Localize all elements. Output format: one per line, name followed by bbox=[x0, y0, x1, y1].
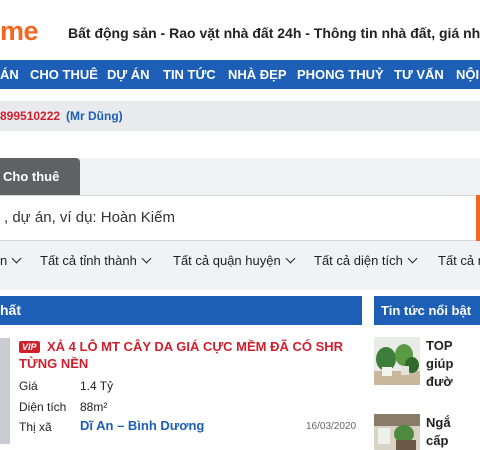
filter-category-label: n bbox=[0, 253, 8, 268]
nav-item-cho-thue[interactable]: CHO THUÊ bbox=[30, 60, 98, 89]
filter-province-label: Tất cả tỉnh thành bbox=[40, 253, 137, 268]
site-logo[interactable]: me bbox=[0, 16, 39, 47]
filter-district-label: Tất cả quận huyện bbox=[173, 253, 281, 268]
chevron-down-icon bbox=[11, 253, 22, 264]
site-tagline: Bất động sản - Rao vặt nhà đất 24h - Thô… bbox=[68, 25, 480, 41]
filter-area[interactable]: Tất cả diện tích bbox=[314, 253, 418, 268]
nav-item-nha-dep[interactable]: NHÀ ĐẸP bbox=[228, 60, 287, 89]
listing-date: 16/03/2020 bbox=[306, 421, 357, 432]
news-1-line-3: đườ bbox=[426, 374, 453, 389]
filter-area-label: Tất cả diện tích bbox=[314, 253, 403, 268]
chevron-down-icon bbox=[407, 253, 418, 264]
plant-image bbox=[374, 337, 420, 385]
page: me Bất động sản - Rao vặt nhà đất 24h - … bbox=[0, 0, 480, 450]
area-value: 88m² bbox=[80, 400, 108, 414]
news-1-line-1: TOP bbox=[426, 338, 453, 353]
filter-price[interactable]: Tất cả m bbox=[438, 253, 480, 268]
news-2-line-2: cấp bbox=[426, 433, 449, 448]
search-button[interactable] bbox=[476, 195, 480, 241]
nav-item-phong-thuy[interactable]: PHONG THUỶ bbox=[297, 60, 384, 89]
news-thumbnail-plant[interactable] bbox=[374, 337, 420, 385]
room-image bbox=[374, 414, 420, 450]
filter-price-label: Tất cả m bbox=[438, 253, 480, 268]
listing-location[interactable]: Dĩ An – Bình Dương bbox=[80, 418, 204, 433]
town-label: Thị xã bbox=[19, 420, 52, 434]
nav-item-noi-that[interactable]: NỘI bbox=[456, 60, 479, 89]
hotline-name: (Mr Dũng) bbox=[66, 109, 123, 123]
featured-news-heading: Tin tức nổi bật bbox=[374, 296, 480, 325]
hotline-bar: 899510222 (Mr Dũng) bbox=[0, 101, 480, 131]
search-input[interactable]: , dự án, ví dụ: Hoàn Kiếm bbox=[0, 195, 478, 241]
filter-category[interactable]: n bbox=[0, 253, 22, 268]
news-2-line-1: Ngắ bbox=[426, 415, 451, 430]
tab-cho-thue[interactable]: Cho thuê bbox=[0, 158, 80, 195]
nav-item-tin-tuc[interactable]: TIN TỨC bbox=[163, 60, 216, 89]
nav-item-ban[interactable]: ÁN bbox=[0, 60, 19, 89]
vip-badge: VIP bbox=[19, 341, 40, 353]
price-label: Giá bbox=[19, 379, 38, 393]
main-nav: ÁN CHO THUÊ DỰ ÁN TIN TỨC NHÀ ĐẸP PHONG … bbox=[0, 60, 480, 89]
nav-item-du-an[interactable]: DỰ ÁN bbox=[107, 60, 150, 89]
nav-item-tu-van[interactable]: TƯ VẤN bbox=[394, 60, 444, 89]
listing-thumbnail[interactable] bbox=[0, 338, 10, 444]
filter-province[interactable]: Tất cả tỉnh thành bbox=[40, 253, 152, 268]
filter-district[interactable]: Tất cả quận huyện bbox=[173, 253, 296, 268]
search-filters: n Tất cả tỉnh thành Tất cả quận huyện Tấ… bbox=[0, 249, 480, 275]
news-1-line-2: giúp bbox=[426, 356, 454, 371]
news-title-1[interactable]: TOP giúp đườ bbox=[426, 337, 480, 391]
hotline-number[interactable]: 899510222 bbox=[0, 109, 60, 123]
price-value: 1.4 Tỷ bbox=[80, 379, 114, 393]
area-label: Diện tích bbox=[19, 400, 67, 414]
news-thumbnail-room[interactable] bbox=[374, 414, 420, 450]
chevron-down-icon bbox=[285, 253, 296, 264]
listing-title[interactable]: XẢ 4 LÔ MT CÂY DA GIÁ CỰC MỀM ĐÃ CÓ SHR … bbox=[19, 338, 354, 372]
listings-heading: hất bbox=[0, 296, 362, 325]
search-panel: Cho thuê , dự án, ví dụ: Hoàn Kiếm n Tất… bbox=[0, 158, 480, 290]
news-title-2[interactable]: Ngắ cấp bbox=[426, 414, 480, 450]
chevron-down-icon bbox=[141, 253, 152, 264]
site-header: me Bất động sản - Rao vặt nhà đất 24h - … bbox=[0, 0, 480, 60]
